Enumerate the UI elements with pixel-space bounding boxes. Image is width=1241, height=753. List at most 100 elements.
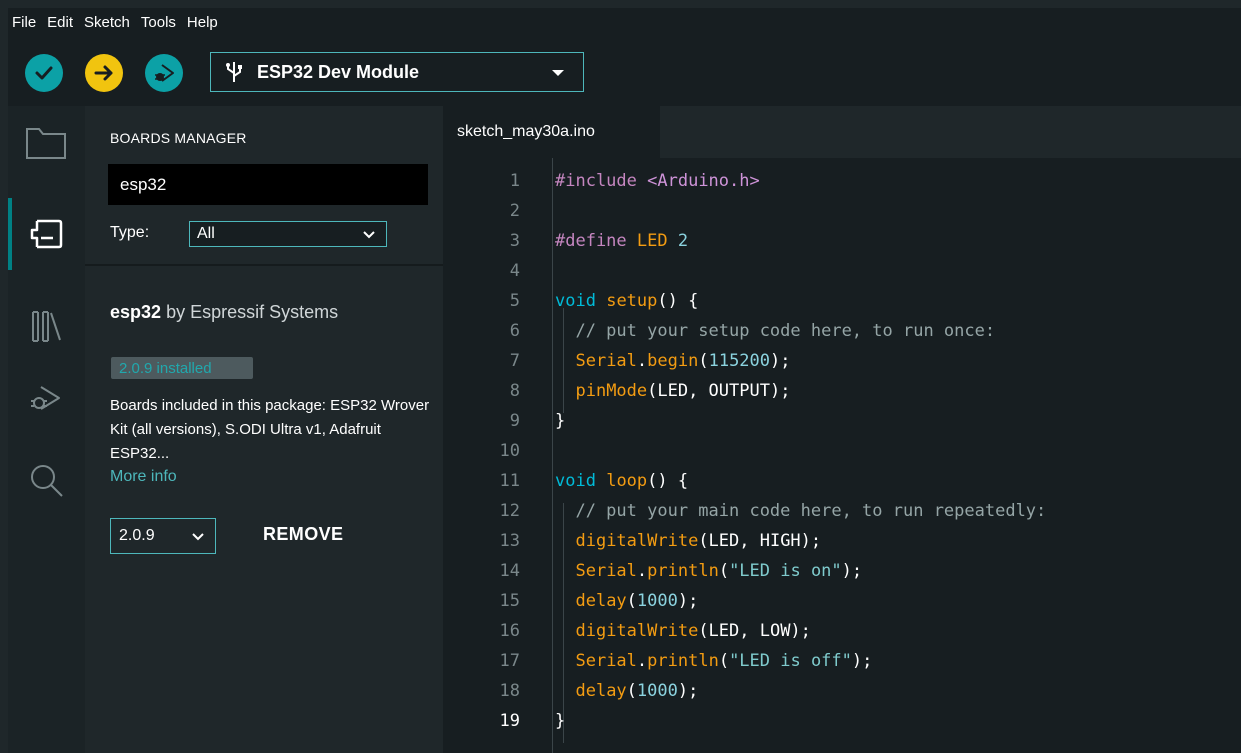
code-line[interactable]: 1 #include <Arduino.h> — [443, 166, 1241, 196]
debug-panel-button[interactable] — [24, 376, 68, 420]
code-text: // put your setup code here, to run once… — [555, 321, 996, 341]
code-line[interactable]: 11 void loop() { — [443, 466, 1241, 496]
line-number: 1 — [509, 171, 520, 191]
folder-icon — [26, 128, 66, 159]
code-text: void loop() { — [555, 471, 689, 491]
line-number: 7 — [509, 351, 520, 371]
installed-badge: 2.0.9 installed — [111, 357, 253, 379]
line-number: 14 — [499, 561, 520, 581]
activity-bar — [8, 106, 85, 753]
search-input[interactable]: esp32 — [108, 164, 428, 205]
code-line[interactable]: 7 Serial.begin(115200); — [443, 346, 1241, 376]
code-line[interactable]: 8 pinMode(LED, OUTPUT); — [443, 376, 1241, 406]
line-number: 16 — [499, 621, 520, 641]
code-text: delay(1000); — [575, 681, 699, 701]
line-number: 13 — [499, 531, 520, 551]
debug-button[interactable] — [145, 54, 183, 92]
remove-button[interactable]: REMOVE — [263, 524, 343, 545]
line-number: 18 — [499, 681, 520, 701]
boards-manager-button[interactable] — [24, 212, 68, 256]
library-manager-button[interactable] — [24, 304, 68, 348]
package-name: esp32 — [110, 302, 162, 322]
version-value: 2.0.9 — [119, 527, 155, 544]
code-line[interactable]: 5 void setup() { — [443, 286, 1241, 316]
menu-bar: File Edit Sketch Tools Help — [8, 8, 1241, 36]
editor-tabs: sketch_may30a.ino — [443, 106, 1241, 158]
panel-title: BOARDS MANAGER — [110, 130, 247, 146]
line-number: 19 — [499, 711, 520, 731]
code-line[interactable]: 15 delay(1000); — [443, 586, 1241, 616]
chevron-down-icon — [363, 231, 375, 239]
line-number: 11 — [499, 471, 520, 491]
code-text: pinMode(LED, OUTPUT); — [575, 381, 791, 401]
search-button[interactable] — [24, 458, 68, 502]
boards-icon — [30, 219, 63, 249]
code-line[interactable]: 6 // put your setup code here, to run on… — [443, 316, 1241, 346]
type-value: All — [197, 225, 215, 242]
upload-button[interactable] — [85, 54, 123, 92]
package-description: Boards included in this package: ESP32 W… — [110, 397, 430, 462]
code-text: digitalWrite(LED, HIGH); — [575, 531, 822, 551]
line-number: 12 — [499, 501, 520, 521]
type-label: Type: — [110, 224, 150, 241]
package-title: esp32 by Espressif Systems — [110, 300, 430, 324]
boards-manager-panel: BOARDS MANAGER esp32 Type: All esp32 by … — [85, 106, 443, 753]
arrow-right-icon — [94, 65, 113, 81]
code-text: digitalWrite(LED, LOW); — [575, 621, 811, 641]
code-line[interactable]: 14 Serial.println("LED is on"); — [443, 556, 1241, 586]
arduino-ide-window: File Edit Sketch Tools Help ESP32 Dev Mo… — [8, 8, 1241, 753]
chevron-down-icon — [552, 70, 564, 76]
active-indicator — [8, 198, 12, 270]
code-line[interactable]: 12 // put your main code here, to run re… — [443, 496, 1241, 526]
code-text: Serial.println("LED is on"); — [575, 561, 863, 581]
sketchbook-button[interactable] — [24, 120, 68, 164]
code-line[interactable]: 4 — [443, 256, 1241, 286]
code-line[interactable]: 13 digitalWrite(LED, HIGH); — [443, 526, 1241, 556]
code-text: // put your main code here, to run repea… — [555, 501, 1047, 521]
divider — [85, 264, 443, 266]
package-by: by — [166, 302, 186, 322]
type-filter-select[interactable]: All — [189, 221, 387, 247]
code-text: void setup() { — [555, 291, 699, 311]
board-selector[interactable]: ESP32 Dev Module — [210, 52, 584, 92]
code-text: } — [555, 411, 566, 431]
line-number: 3 — [509, 231, 520, 251]
package-author: Espressif Systems — [190, 302, 339, 322]
code-text: Serial.println("LED is off"); — [575, 651, 873, 671]
more-info-link[interactable]: More info — [110, 468, 177, 486]
line-number: 6 — [509, 321, 520, 341]
line-number: 10 — [499, 441, 520, 461]
code-line[interactable]: 3 #define LED 2 — [443, 226, 1241, 256]
debug-icon — [31, 386, 60, 410]
code-line[interactable]: 9} — [443, 406, 1241, 436]
code-line[interactable]: 17 Serial.println("LED is off"); — [443, 646, 1241, 676]
code-line[interactable]: 19} — [443, 706, 1241, 736]
code-editor[interactable]: 1 #include <Arduino.h> 2 3 #define LED 2 4 5 vo… — [443, 158, 1241, 753]
menu-edit[interactable]: Edit — [43, 14, 77, 31]
code-line[interactable]: 16 digitalWrite(LED, LOW); — [443, 616, 1241, 646]
menu-tools[interactable]: Tools — [137, 14, 180, 31]
version-select[interactable]: 2.0.9 — [110, 518, 216, 554]
check-icon — [35, 66, 53, 80]
line-number: 8 — [509, 381, 520, 401]
line-number: 4 — [509, 261, 520, 281]
verify-button[interactable] — [25, 54, 63, 92]
code-text: Serial.begin(115200); — [575, 351, 791, 371]
code-line[interactable]: 18 delay(1000); — [443, 676, 1241, 706]
code-line[interactable]: 10 — [443, 436, 1241, 466]
search-icon — [31, 465, 63, 497]
line-number: 15 — [499, 591, 520, 611]
code-text: } — [555, 711, 566, 731]
tab-sketch[interactable]: sketch_may30a.ino — [443, 106, 660, 158]
code-text: delay(1000); — [575, 591, 699, 611]
usb-icon — [226, 62, 242, 82]
menu-help[interactable]: Help — [183, 14, 222, 31]
code-line[interactable]: 2 — [443, 196, 1241, 226]
line-number: 17 — [499, 651, 520, 671]
menu-file[interactable]: File — [8, 14, 40, 31]
menu-sketch[interactable]: Sketch — [80, 14, 134, 31]
toolbar: ESP32 Dev Module — [8, 36, 1241, 106]
library-icon — [32, 311, 61, 342]
board-label: ESP32 Dev Module — [257, 61, 420, 82]
code-text: #include <Arduino.h> — [555, 171, 760, 191]
